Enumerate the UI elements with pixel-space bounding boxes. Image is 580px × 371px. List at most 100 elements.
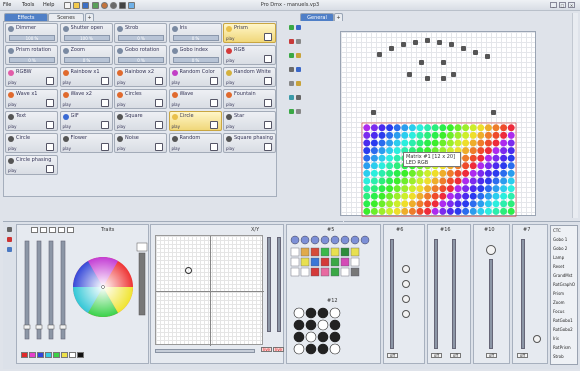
tab-scenes[interactable]: Scenes [48, 13, 84, 21]
off-button[interactable]: off [517, 353, 528, 358]
menu-help[interactable]: Help [43, 2, 54, 8]
gobo-button[interactable] [317, 343, 329, 355]
effect-button[interactable]: RGBW play [5, 67, 58, 87]
gobo-button[interactable] [305, 331, 317, 343]
fixture-icon[interactable] [437, 40, 442, 45]
tilt-fader[interactable] [277, 237, 281, 332]
stage-tool-icon[interactable] [296, 39, 301, 44]
color-channel-cell[interactable] [340, 247, 350, 257]
channel-knob[interactable] [310, 235, 320, 245]
effect-button[interactable]: Noise play [114, 133, 167, 153]
effect-button[interactable]: Square phasing play [223, 133, 276, 153]
effect-button[interactable]: Circle play [5, 133, 58, 153]
channel-fader[interactable] [521, 239, 525, 349]
fixture-icon[interactable] [461, 46, 466, 51]
fixture-icon[interactable] [377, 52, 382, 57]
effect-button[interactable]: Strob 0 % [114, 23, 167, 43]
effect-button[interactable]: Square play [114, 111, 167, 131]
effect-button[interactable]: Gobo rotation 0 % [114, 45, 167, 65]
off-button[interactable]: off [486, 353, 497, 358]
xy-speed-slider[interactable] [155, 349, 255, 353]
effect-value[interactable]: 0 % [118, 57, 164, 63]
effect-toggle[interactable] [264, 99, 272, 107]
stage-tool-icon[interactable] [289, 95, 294, 100]
xy-cursor[interactable] [185, 267, 192, 274]
effect-toggle[interactable] [100, 99, 109, 107]
effect-button[interactable]: Star play [223, 111, 276, 131]
channel-list-item[interactable]: Gobo 2 [553, 246, 567, 251]
fixture-icon[interactable] [371, 110, 376, 115]
brightness-bar[interactable] [138, 252, 146, 316]
effect-button[interactable]: Random Color play [168, 67, 222, 87]
color-channel-cell[interactable] [310, 247, 320, 257]
color-swatch[interactable] [21, 352, 28, 358]
open-folder-icon[interactable] [73, 2, 80, 9]
channel-knob[interactable] [360, 235, 370, 245]
effect-button[interactable]: Random play [168, 133, 222, 153]
effect-value[interactable]: 0 % [118, 35, 164, 41]
stage-tool-icon[interactable] [296, 109, 301, 114]
gobo-button[interactable] [329, 331, 341, 343]
channel-list-item[interactable]: RotGobo1 [553, 318, 573, 323]
close-button[interactable]: × [568, 2, 575, 8]
channel-fader[interactable] [489, 259, 493, 349]
effect-button[interactable]: Rainbow x1 play [59, 67, 113, 87]
maximize-button[interactable]: □ [559, 2, 566, 8]
effect-button[interactable]: Random White play [223, 67, 276, 87]
console-dimmer-icon[interactable] [7, 227, 12, 232]
channel-knob[interactable] [320, 235, 330, 245]
effect-button[interactable]: Wave x2 play [59, 89, 113, 109]
live-button[interactable]: live [273, 347, 284, 352]
channel-list-item[interactable]: GrandMst [553, 273, 572, 278]
effect-toggle[interactable] [209, 99, 218, 107]
gobo-grid[interactable] [289, 305, 379, 363]
fixture-icon[interactable] [491, 110, 496, 115]
gobo-button[interactable] [317, 319, 329, 331]
fixture-icon[interactable] [449, 42, 454, 47]
color-swatch[interactable] [37, 352, 44, 358]
fixture-icon[interactable] [425, 38, 430, 43]
stage-tool-icon[interactable] [296, 67, 301, 72]
tab-general[interactable]: General [300, 13, 334, 21]
color-swatch[interactable] [53, 352, 60, 358]
off-button[interactable]: off [431, 353, 442, 358]
monitor-icon[interactable] [128, 2, 135, 9]
effect-toggle[interactable] [209, 121, 218, 129]
effect-value[interactable]: 0 % [172, 57, 219, 63]
color-swatch[interactable] [61, 352, 68, 358]
effect-toggle[interactable] [264, 55, 272, 63]
color-picker[interactable] [17, 235, 150, 365]
effect-toggle[interactable] [264, 77, 272, 85]
gobo-button[interactable] [329, 319, 341, 331]
effect-toggle[interactable] [46, 99, 54, 107]
pan-fader[interactable] [267, 237, 271, 332]
effect-toggle[interactable] [209, 143, 218, 151]
effect-toggle[interactable] [155, 77, 163, 85]
save-icon[interactable] [82, 2, 89, 9]
fixture-icon[interactable] [401, 42, 406, 47]
effect-toggle[interactable] [100, 121, 109, 129]
effect-toggle[interactable] [155, 143, 163, 151]
channel-list-item[interactable]: CTC [553, 228, 561, 233]
effect-button[interactable]: Prism play [223, 23, 276, 43]
color-channel-cell[interactable] [330, 247, 340, 257]
stage-tool-icon[interactable] [296, 25, 301, 30]
add-tab-button[interactable]: + [85, 13, 94, 21]
stage-view[interactable]: Matrix #1 [12 x 20] LED RGB [340, 31, 536, 217]
menu-tools[interactable]: Tools [22, 2, 34, 8]
fixture-icon[interactable] [407, 72, 412, 77]
effect-button[interactable]: Fountain play [223, 89, 276, 109]
effect-value[interactable]: 0 % [63, 57, 110, 63]
fixture-icon[interactable] [413, 40, 418, 45]
gobo-button[interactable] [317, 331, 329, 343]
stage-tool-icon[interactable] [289, 67, 294, 72]
off-button[interactable]: off [450, 353, 461, 358]
effect-toggle[interactable] [264, 33, 272, 41]
effect-toggle[interactable] [264, 143, 272, 151]
effect-toggle[interactable] [155, 99, 163, 107]
color-channel-cell[interactable] [290, 247, 300, 257]
effect-button[interactable]: GIF play [59, 111, 113, 131]
fixture-icon[interactable] [389, 46, 394, 51]
gobo-button[interactable] [293, 331, 305, 343]
effect-value[interactable]: 100 % [63, 35, 110, 41]
